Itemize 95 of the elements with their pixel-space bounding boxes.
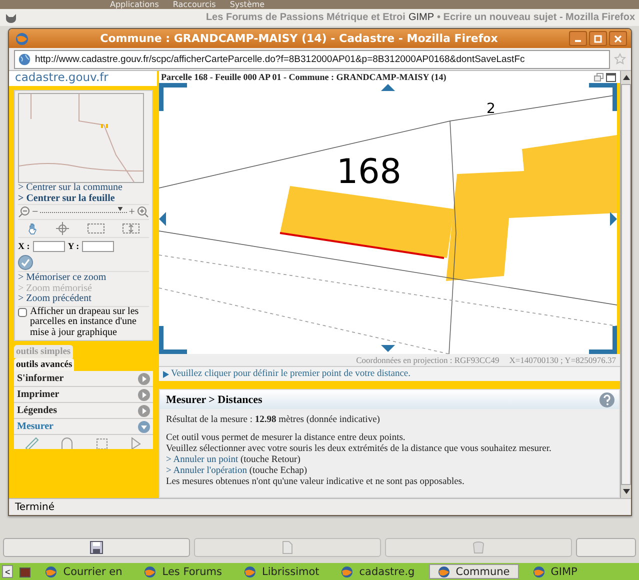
address-field[interactable]: http://www.cadastre.gouv.fr/scpc/afficherCarteParcelle.do?f=8B312000AP01&p=8B312000AP0168&dontSaveLastFc <box>14 50 610 68</box>
panel-menu[interactable]: Applications <box>110 0 159 9</box>
panel-title: Mesurer > Distances <box>166 394 262 406</box>
ruler-icon[interactable] <box>24 437 39 449</box>
pan-up-arrow[interactable] <box>381 84 395 91</box>
tool-menu-item[interactable]: Légendes <box>14 403 153 419</box>
pan-down-arrow[interactable] <box>381 345 395 352</box>
center-link[interactable]: > Centrer sur la commune <box>18 183 149 194</box>
tool-menu-item[interactable]: Mesurer <box>14 419 153 435</box>
app-icon <box>144 566 156 578</box>
app-icon <box>45 566 58 578</box>
status-text: Terminé <box>15 502 55 512</box>
pan-right-arrow[interactable] <box>610 212 617 226</box>
window-title: Commune : GRANDCAMP-MAISY (14) - Cadastre - Mozilla Firefox <box>99 32 499 45</box>
trash-icon <box>472 541 485 554</box>
tool-menu-item[interactable]: Imprimer <box>14 387 153 403</box>
disclaimer-text: Les mesures obtenues n'ont qu'une valeur indicative et ne sont pas opposables. <box>166 477 466 488</box>
overview-map[interactable] <box>18 93 144 183</box>
panel-menu[interactable]: Système <box>230 0 265 9</box>
parcel-number: 2 <box>486 101 496 117</box>
corner-bracket <box>159 83 187 111</box>
cancel-link[interactable]: > Annuler l'opération <box>166 466 247 476</box>
instruction-text: Veuillez cliquer pour définir le premier point de votre distance. <box>171 369 411 379</box>
document-icon <box>281 541 294 554</box>
app-icon <box>532 566 545 578</box>
x-label: X : <box>18 241 30 251</box>
scroll-left-button[interactable]: < <box>2 565 14 578</box>
flag-option-label: Afficher un drapeau sur les parcelles en instance d'une mise à jour graphique <box>30 306 140 338</box>
minimize-icon <box>575 40 581 42</box>
corner-bracket <box>159 326 187 354</box>
panel-menu[interactable]: Raccourcis <box>172 0 216 9</box>
maximize-icon <box>594 34 602 42</box>
window-title: • Ecrire un nouveau sujet - Mozilla Firefox <box>437 12 635 23</box>
tools-tab[interactable]: outils avancés <box>14 358 74 371</box>
measure-result: Résultat de la mesure : 12.98 mètres (donnée indicative) <box>166 415 381 426</box>
position-text: X=140700130 ; Y=8250976.37 <box>509 355 616 365</box>
window-title: GIMP <box>408 12 434 23</box>
minimize-button[interactable] <box>569 31 587 46</box>
flag-checkbox[interactable] <box>18 308 27 316</box>
window-title: Les Forums de Passions Métrique et Etroi <box>206 12 406 23</box>
app-icon <box>341 566 354 578</box>
corner-bracket <box>589 83 617 111</box>
bullet-arrow-icon <box>163 370 169 378</box>
taskbar-button[interactable]: Les Forums <box>136 564 230 579</box>
app-icon <box>438 566 450 578</box>
taskbar-button[interactable]: Commune <box>428 564 519 579</box>
pan-left-arrow[interactable] <box>159 212 166 226</box>
map-header: Parcelle 168 - Feuille 000 AP 01 - Commune : GRANDCAMP-MAISY (14) <box>161 72 448 82</box>
taskbar-button[interactable]: Courrier en <box>37 564 130 579</box>
zoom-link[interactable]: > Zoom précédent <box>18 294 149 304</box>
maximize-button[interactable] <box>589 31 607 46</box>
y-label: Y : <box>68 241 80 251</box>
taskbar-button[interactable]: cadastre.g <box>333 564 423 579</box>
zoom-plus[interactable]: + <box>128 206 135 218</box>
parcel-map[interactable]: 168 2 <box>159 83 617 354</box>
maximize-icon[interactable] <box>606 72 616 82</box>
star-icon[interactable] <box>614 53 626 65</box>
close-button[interactable] <box>609 31 627 46</box>
fit-selection-icon[interactable] <box>122 223 140 234</box>
parcel-number: 168 <box>336 152 402 192</box>
corner-bracket <box>589 326 617 354</box>
scroll-down-icon[interactable] <box>622 489 630 494</box>
globe-icon <box>15 32 29 46</box>
slider-thumb[interactable] <box>118 207 123 211</box>
selection-icon[interactable] <box>86 223 105 234</box>
cancel-text: > Annuler l'opération (touche Echap) <box>166 466 308 477</box>
zoom-out-icon[interactable] <box>18 206 30 218</box>
projection-text: Coordonnées en projection : RGF93CC49 <box>356 355 500 365</box>
scrollbar[interactable] <box>620 71 631 498</box>
show-desktop-icon[interactable] <box>19 566 32 578</box>
site-logo[interactable]: cadastre.gouv.fr <box>9 71 157 86</box>
scroll-up-icon[interactable] <box>622 75 630 80</box>
button[interactable] <box>576 538 636 557</box>
taskbar-button[interactable]: Librissimot <box>236 564 328 579</box>
tool-menu-item[interactable]: S'informer <box>14 371 153 387</box>
area-icon[interactable] <box>95 437 110 449</box>
close-icon <box>614 34 622 42</box>
taskbar-button[interactable]: GIMP <box>524 564 586 579</box>
help-icon[interactable] <box>599 392 615 408</box>
instructions-text: Veuillez sélectionner avec votre souris les deux extrémités de la distance que vous souhaitez mesurer. > Annuler un point (touche Retour) <box>166 444 552 466</box>
crosshair-icon[interactable] <box>56 222 70 235</box>
x-coordinate-field[interactable] <box>32 240 65 252</box>
zoom-minus[interactable]: − <box>32 206 38 218</box>
globe-icon <box>18 52 31 66</box>
save-button[interactable] <box>3 538 190 557</box>
zoom-link[interactable]: > Mémoriser ce zoom <box>18 273 149 284</box>
undo-point-link[interactable]: > Annuler un point <box>166 455 238 465</box>
y-coordinate-field[interactable] <box>82 240 114 252</box>
check-button-icon[interactable] <box>18 255 33 270</box>
center-link[interactable]: > Centrer sur la feuille <box>18 194 149 204</box>
play-icon[interactable] <box>130 437 142 449</box>
zoom-in-icon[interactable] <box>137 206 149 218</box>
hand-icon[interactable] <box>26 222 39 234</box>
intro-text: Cet outil vous permet de mesurer la distance entre deux points. <box>166 433 406 444</box>
app-icon <box>244 566 256 578</box>
